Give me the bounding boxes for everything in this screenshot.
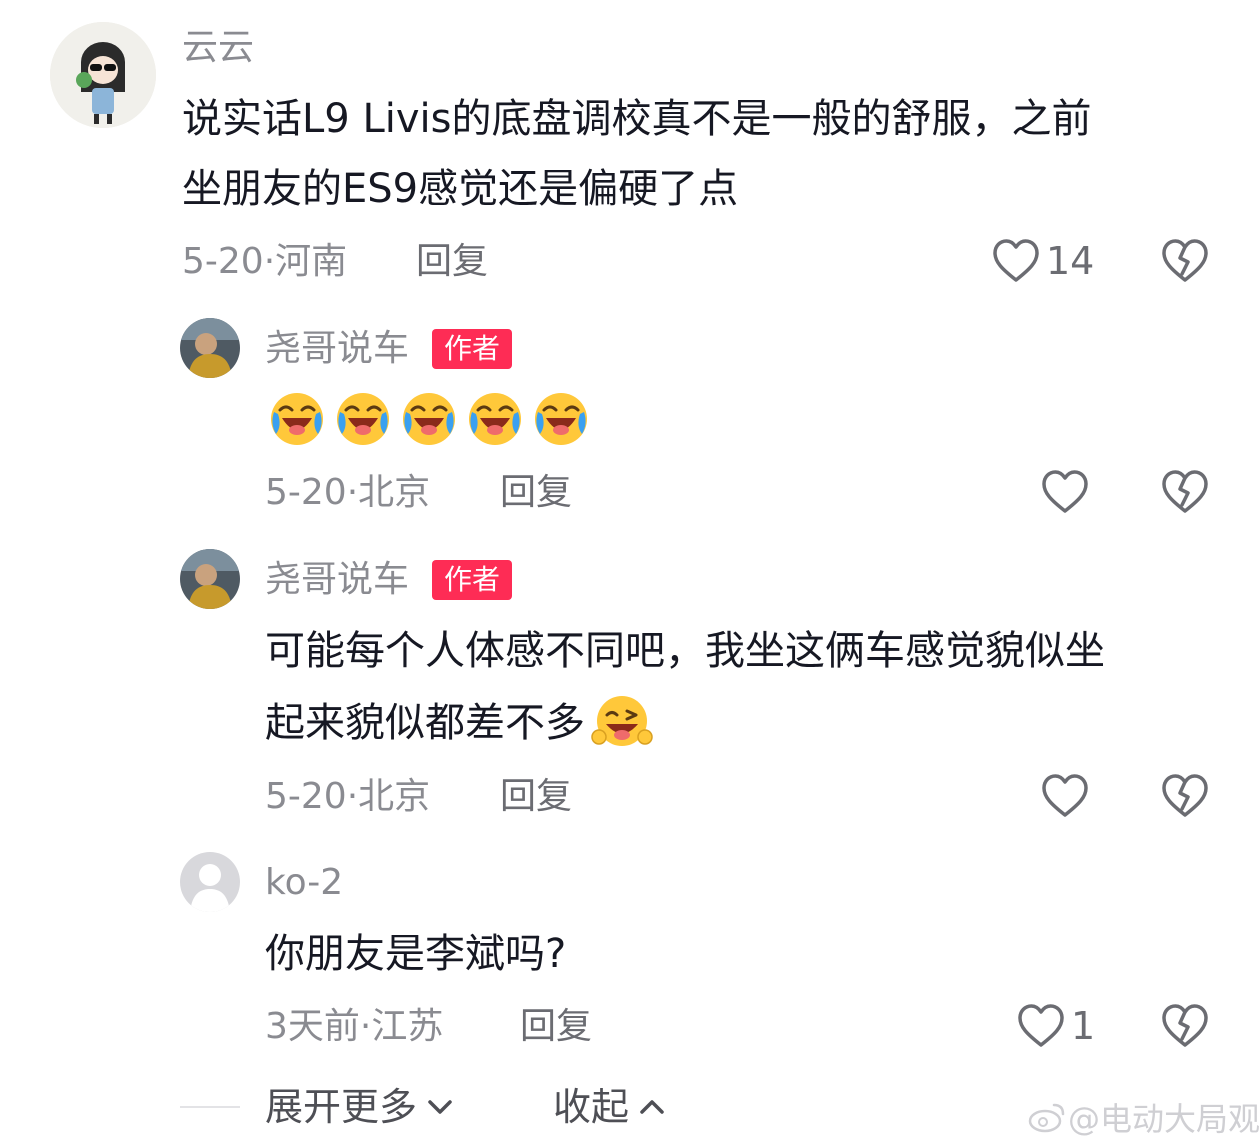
collapse-label: 收起 — [553, 1085, 630, 1129]
avatar[interactable] — [50, 22, 156, 128]
wink-tongue-emoji-icon — [591, 696, 653, 746]
laughing-crying-emoji-icon — [535, 393, 587, 445]
weibo-logo-icon — [1028, 1103, 1065, 1133]
heart-outline-icon — [1042, 470, 1088, 513]
avatar-illustration — [50, 22, 156, 128]
username[interactable]: ko-2 — [265, 865, 343, 901]
reply-button[interactable]: 回复 — [500, 475, 572, 511]
comment-text-fragment: 起来貌似都差不多 — [265, 700, 585, 746]
comment-text-line: 起来貌似都差不多 — [265, 688, 655, 758]
dislike-button[interactable] — [1161, 1003, 1209, 1049]
broken-heart-icon — [1162, 774, 1208, 817]
dislike-button[interactable] — [1161, 773, 1209, 819]
dislike-button[interactable] — [1161, 469, 1209, 515]
footer-divider — [180, 1106, 240, 1108]
dislike-button[interactable] — [1161, 238, 1209, 284]
comment-text-line: 说实话L9 Livis的底盘调校真不是一般的舒服，之前 — [182, 96, 1092, 142]
heart-outline-icon — [1018, 1004, 1064, 1047]
comment-meta: 5-20·北京 — [265, 472, 431, 513]
like-button[interactable]: 1 — [1017, 1003, 1095, 1049]
broken-heart-icon — [1162, 239, 1208, 282]
avatar[interactable] — [180, 549, 240, 609]
like-button[interactable] — [1041, 469, 1089, 515]
broken-heart-icon — [1162, 1004, 1208, 1047]
watermark-text: @电动大局观 — [1068, 1100, 1260, 1138]
username[interactable]: 云云 — [182, 30, 254, 66]
reply-button[interactable]: 回复 — [500, 779, 572, 815]
author-badge: 作者 — [432, 560, 513, 600]
expand-more-button[interactable]: 展开更多 — [265, 1088, 455, 1126]
avatar-photo — [180, 318, 240, 378]
heart-outline-icon — [1042, 774, 1088, 817]
comment-text-line: 你朋友是李斌吗? — [265, 931, 567, 977]
watermark: @电动大局观 — [1028, 1094, 1260, 1140]
laughing-crying-emoji-icon — [271, 393, 323, 445]
emoji-row — [268, 390, 590, 448]
comment-text-line: 坐朋友的ES9感觉还是偏硬了点 — [182, 166, 739, 212]
username[interactable]: 尧哥说车 — [265, 562, 409, 598]
avatar[interactable] — [180, 852, 240, 912]
collapse-button[interactable]: 收起 — [553, 1088, 667, 1126]
chevron-up-icon — [640, 1100, 664, 1114]
default-avatar-icon — [180, 852, 240, 912]
reply-button[interactable]: 回复 — [520, 1009, 592, 1045]
like-count: 1 — [1071, 1004, 1096, 1048]
laughing-crying-emoji-icon — [403, 393, 455, 445]
username[interactable]: 尧哥说车 — [265, 331, 409, 367]
avatar[interactable] — [180, 318, 240, 378]
laughing-crying-emoji-icon — [337, 393, 389, 445]
author-badge: 作者 — [432, 329, 513, 369]
expand-more-label: 展开更多 — [265, 1085, 418, 1129]
chevron-down-icon — [428, 1100, 452, 1114]
reply-button[interactable]: 回复 — [416, 244, 488, 280]
avatar-photo — [180, 549, 240, 609]
like-button[interactable]: 14 — [992, 238, 1094, 284]
comment-meta: 3天前·江苏 — [265, 1006, 444, 1047]
broken-heart-icon — [1162, 470, 1208, 513]
heart-outline-icon — [993, 239, 1039, 282]
like-button[interactable] — [1041, 773, 1089, 819]
like-count: 14 — [1046, 239, 1095, 283]
comment-meta: 5-20·河南 — [182, 241, 348, 282]
comment-text-line: 可能每个人体感不同吧，我坐这俩车感觉貌似坐 — [265, 628, 1105, 674]
comment-meta: 5-20·北京 — [265, 776, 431, 817]
laughing-crying-emoji-icon — [469, 393, 521, 445]
